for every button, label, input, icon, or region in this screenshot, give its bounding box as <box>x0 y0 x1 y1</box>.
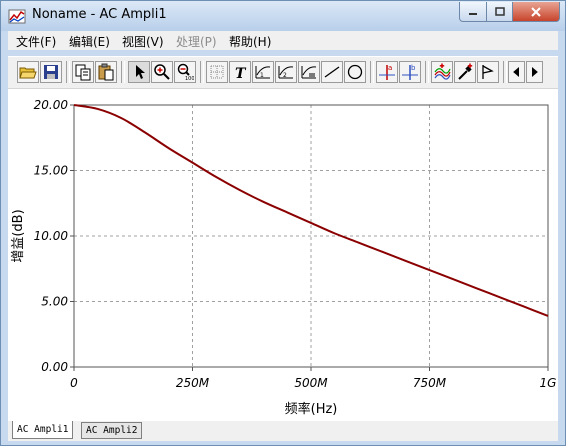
menu-view[interactable]: 视图(V) <box>122 33 164 50</box>
select-pointer-icon <box>136 65 145 79</box>
zoom-in-icon <box>154 64 170 80</box>
cursor-a-button[interactable]: a <box>376 61 398 83</box>
svg-text:T: T <box>235 66 247 81</box>
minimize-button[interactable] <box>459 2 487 22</box>
app-icon <box>8 9 26 24</box>
svg-text:100: 100 <box>185 76 194 81</box>
scroll-right-button[interactable] <box>526 61 543 83</box>
flag-icon <box>482 65 494 79</box>
window-title: Noname - AC Ampli1 <box>32 7 167 22</box>
minimize-icon <box>469 12 477 15</box>
axis-label-2-button[interactable]: 2 <box>275 61 297 83</box>
axis-label-3-icon <box>301 66 317 79</box>
scroll-right-icon <box>532 67 538 77</box>
svg-text:2: 2 <box>283 72 287 79</box>
axis-label-1-icon: 1 <box>255 66 271 79</box>
axis-label-3-button[interactable] <box>298 61 320 83</box>
text-icon: T <box>235 66 247 81</box>
save-icon <box>44 65 58 79</box>
toolbar-separator <box>503 61 507 83</box>
copy-icon <box>75 64 91 81</box>
toolbar-separator <box>66 61 70 83</box>
cursor-b-button[interactable]: b <box>399 61 421 83</box>
text-button[interactable]: T <box>229 61 251 83</box>
graph-area[interactable]: 0 250M 500M 750M 1G 0.00 5.00 10.00 15.00 20.00 频率… <box>8 89 558 421</box>
axis-label-1-button[interactable]: 1 <box>252 61 274 83</box>
x-tick-label: 750M <box>413 376 447 390</box>
paste-icon <box>98 63 114 81</box>
menu-bar: 文件(F) 编辑(E) 视图(V) 处理(P) 帮助(H) <box>8 31 558 50</box>
menu-help[interactable]: 帮助(H) <box>229 33 271 50</box>
scroll-left-icon <box>513 67 519 77</box>
y-tick-label: 20.00 <box>34 98 69 112</box>
menu-process[interactable]: 处理(P) <box>176 33 217 50</box>
grid-icon <box>210 65 224 79</box>
select-pointer-button[interactable] <box>128 61 150 83</box>
close-icon <box>531 6 541 17</box>
svg-text:a: a <box>388 64 392 72</box>
zoom-100-icon: 100 <box>177 63 194 81</box>
svg-text:b: b <box>411 64 416 72</box>
toolbar-separator <box>200 61 204 83</box>
flag-button[interactable] <box>477 61 499 83</box>
x-tick-label: 500M <box>294 376 328 390</box>
line-button[interactable] <box>321 61 343 83</box>
gain-chart[interactable]: 0 250M 500M 750M 1G 0.00 5.00 10.00 15.00 20.00 频率… <box>8 89 558 421</box>
tab-ac-ampli2[interactable]: AC Ampli2 <box>81 422 143 439</box>
cursor-b-icon: b <box>402 64 418 80</box>
eyedropper-button[interactable] <box>454 61 476 83</box>
toolbar-separator <box>370 61 374 83</box>
cursor-a-icon: a <box>379 64 395 80</box>
y-tick-label: 0.00 <box>41 360 68 374</box>
save-button[interactable] <box>40 61 62 83</box>
x-axis-label: 频率(Hz) <box>285 401 338 417</box>
y-axis-label: 增益(dB) <box>11 209 26 262</box>
menu-edit[interactable]: 编辑(E) <box>69 33 110 50</box>
x-tick-label: 0 <box>70 376 78 390</box>
ellipse-button[interactable] <box>344 61 366 83</box>
add-trace-button[interactable] <box>431 61 453 83</box>
open-button[interactable] <box>17 61 39 83</box>
y-tick-label: 5.00 <box>41 295 68 309</box>
tab-ac-ampli1[interactable]: AC Ampli1 <box>12 421 74 439</box>
axis-label-2-icon: 2 <box>278 66 294 79</box>
zoom-in-button[interactable] <box>151 61 173 83</box>
open-icon <box>19 67 37 79</box>
graph-tabs: AC Ampli1 AC Ampli2 <box>8 421 558 441</box>
svg-text:1: 1 <box>260 72 264 79</box>
x-tick-label: 250M <box>176 376 210 390</box>
y-tick-label: 10.00 <box>34 229 69 243</box>
app-window: Noname - AC Ampli1 文件(F) 编辑(E) 视图(V) 处理(… <box>0 0 566 446</box>
add-trace-icon <box>434 63 451 80</box>
x-tick-label: 1G <box>540 376 557 390</box>
title-bar[interactable]: Noname - AC Ampli1 <box>1 1 565 31</box>
toolbar: 100 T 1 2 a b <box>8 56 558 89</box>
y-tick-label: 15.00 <box>34 164 69 178</box>
scroll-left-button[interactable] <box>508 61 525 83</box>
eyedropper-icon <box>458 63 473 80</box>
copy-button[interactable] <box>72 61 94 83</box>
paste-button[interactable] <box>95 61 117 83</box>
maximize-button[interactable] <box>486 2 513 22</box>
ellipse-icon <box>347 64 363 80</box>
menu-file[interactable]: 文件(F) <box>16 33 56 50</box>
toolbar-separator <box>425 61 429 83</box>
close-button[interactable] <box>512 2 560 22</box>
maximize-icon <box>494 6 505 16</box>
grid-button[interactable] <box>206 61 228 83</box>
zoom-100-button[interactable]: 100 <box>174 61 196 83</box>
toolbar-separator <box>121 61 125 83</box>
line-icon <box>324 66 340 78</box>
